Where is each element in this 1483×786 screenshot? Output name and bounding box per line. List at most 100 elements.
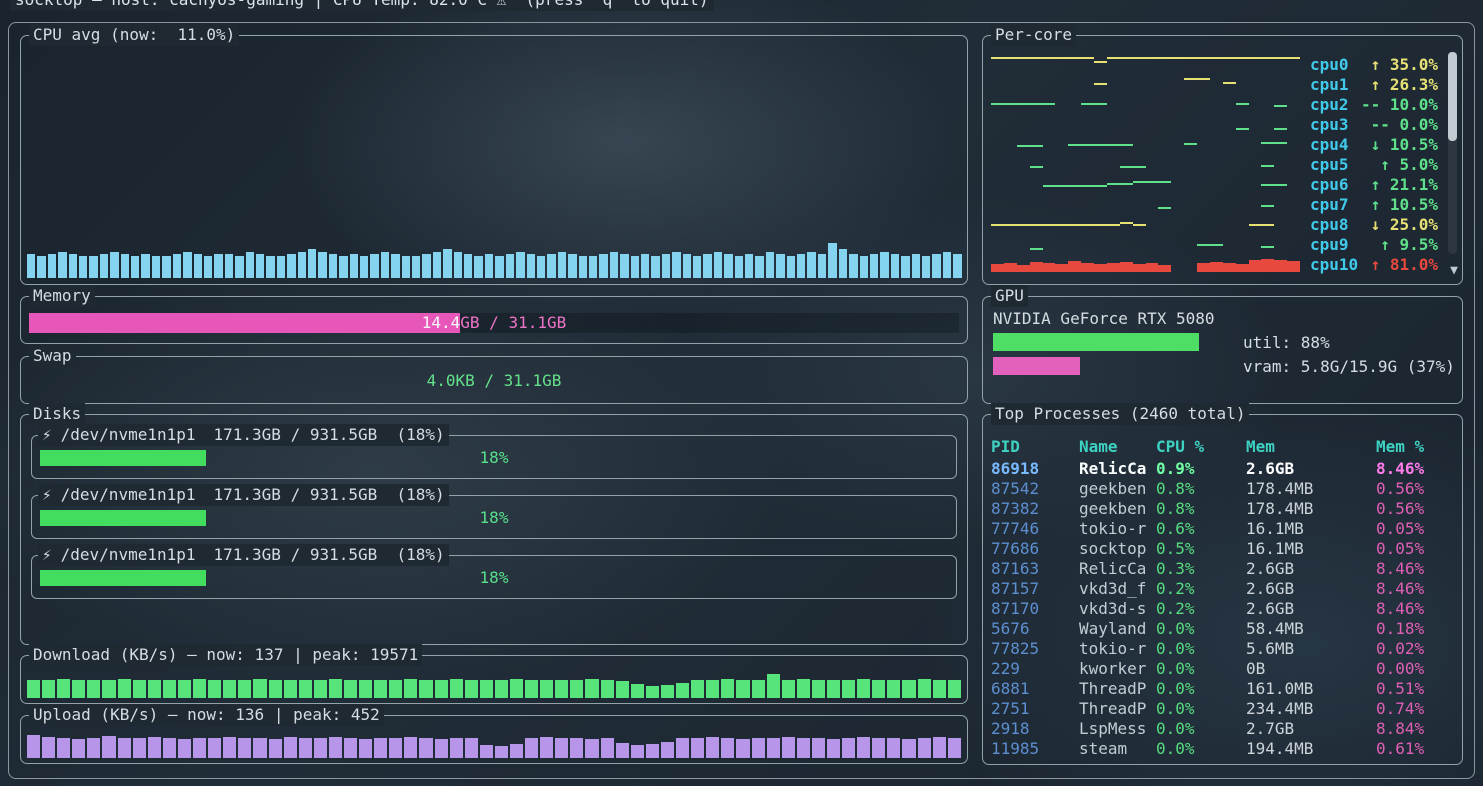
process-row[interactable]: 87382geekben0.8%178.4MB0.56% <box>991 499 1454 519</box>
header-mem: Mem <box>1246 437 1376 457</box>
core-row: cpu7↑ 10.5% <box>991 194 1438 214</box>
cpu_avg-bar <box>745 254 753 278</box>
process-name: RelicCa <box>1079 559 1156 579</box>
download-bar <box>102 680 115 698</box>
cpu_avg-bar <box>485 254 493 278</box>
core-sparkline <box>991 136 1300 152</box>
process-mem: 178.4MB <box>1246 499 1376 519</box>
process-name: ThreadP <box>1079 679 1156 699</box>
cpu_avg-bar <box>766 252 774 278</box>
disks-title: Disks <box>29 403 85 425</box>
upload-bar <box>812 738 825 758</box>
upload-bar <box>102 736 115 758</box>
download-bar <box>389 680 402 698</box>
core-sparkline <box>991 156 1300 172</box>
core-row: cpu5↑ 5.0% <box>991 154 1438 174</box>
upload-bar <box>208 738 221 758</box>
process-row[interactable]: 87157vkd3d_f0.2%2.6GB8.46% <box>991 579 1454 599</box>
process-row[interactable]: 77825tokio-r0.0%5.6MB0.02% <box>991 639 1454 659</box>
download-bar <box>238 680 251 698</box>
gpu-panel: GPU NVIDIA GeForce RTX 5080 util: 88% vr… <box>982 296 1463 404</box>
download-bar <box>857 679 870 698</box>
cpu_avg-bar <box>89 256 97 278</box>
cpu_avg-bar <box>412 256 420 278</box>
cpu_avg-bar <box>943 252 951 278</box>
scrollbar-thumb[interactable] <box>1448 52 1457 141</box>
process-row[interactable]: 5676Wayland0.0%58.4MB0.18% <box>991 619 1454 639</box>
per-core-scrollbar[interactable] <box>1448 52 1457 254</box>
process-row[interactable]: 87170vkd3d-s0.2%2.6GB8.46% <box>991 599 1454 619</box>
gpu-util-bar <box>993 333 1227 351</box>
processes-title: Top Processes (2460 total) <box>991 403 1249 425</box>
process-mem: 2.6GB <box>1246 599 1376 619</box>
cpu_avg-bar <box>922 256 930 278</box>
cpu_avg-bar <box>880 252 888 278</box>
core-value: ↑ 21.1% <box>1371 175 1438 194</box>
process-pid: 229 <box>991 659 1079 679</box>
upload-bar <box>87 738 100 758</box>
core-name: cpu10 <box>1310 255 1358 274</box>
process-row[interactable]: 86918RelicCa0.9%2.6GB8.46% <box>991 459 1454 479</box>
cpu_avg-bar <box>27 254 35 278</box>
cpu_avg-bar <box>818 254 826 278</box>
cpu_avg-bar <box>735 256 743 278</box>
core-name: cpu3 <box>1310 115 1349 134</box>
header-mempct: Mem % <box>1376 437 1454 457</box>
core-value: ↑ 35.0% <box>1371 55 1438 74</box>
upload-bar <box>706 737 719 758</box>
cpu_avg-bar <box>839 249 847 278</box>
process-mempct: 0.00% <box>1376 659 1454 679</box>
process-row[interactable]: 77686socktop0.5%16.1MB0.05% <box>991 539 1454 559</box>
process-mem: 2.7GB <box>1246 719 1376 739</box>
swap-title: Swap <box>29 345 76 367</box>
download-bar <box>374 680 387 698</box>
cpu_avg-bar <box>256 254 264 278</box>
disk-device: /dev/nvme1n1p1 <box>61 425 196 444</box>
cpu_avg-bar <box>225 254 233 278</box>
process-mempct: 8.46% <box>1376 559 1454 579</box>
cpu_avg-bar <box>703 254 711 278</box>
upload-bar <box>887 738 900 758</box>
download-bar <box>631 684 644 698</box>
cpu_avg-bar <box>776 254 784 278</box>
cpu_avg-bar <box>662 254 670 278</box>
download-bar <box>314 680 327 698</box>
download-bar <box>480 680 493 698</box>
scroll-down-icon[interactable]: ▼ <box>1450 263 1458 278</box>
app-title: socktop — host: cachyos-gaming | CPU Tem… <box>10 0 714 11</box>
terminal-screen: socktop — host: cachyos-gaming | CPU Tem… <box>0 0 1483 786</box>
core-sparkline <box>991 96 1300 112</box>
cpu_avg-bar <box>568 254 576 278</box>
process-row[interactable]: 2751ThreadP0.0%234.4MB0.74% <box>991 699 1454 719</box>
process-row[interactable]: 87542geekben0.8%178.4MB0.56% <box>991 479 1454 499</box>
core-list: cpu0↑ 35.0%cpu1↑ 26.3%cpu2-- 10.0%cpu3--… <box>991 54 1438 274</box>
process-mempct: 0.56% <box>1376 499 1454 519</box>
cpu-avg-title: CPU avg (now: 11.0%) <box>29 24 239 46</box>
process-pid: 87382 <box>991 499 1079 519</box>
core-row: cpu9↑ 9.5% <box>991 234 1438 254</box>
process-mem: 2.6GB <box>1246 559 1376 579</box>
process-mempct: 0.18% <box>1376 619 1454 639</box>
process-row[interactable]: 229kworker0.0%0B0.00% <box>991 659 1454 679</box>
upload-bar <box>933 737 946 758</box>
process-row[interactable]: 87163RelicCa0.3%2.6GB8.46% <box>991 559 1454 579</box>
upload-bar <box>178 739 191 758</box>
download-panel: Download (KB/s) — now: 137 | peak: 19571 <box>20 655 968 704</box>
process-name: LspMess <box>1079 719 1156 739</box>
download-bar <box>797 679 810 698</box>
core-label: cpu1↑ 26.3% <box>1310 75 1438 94</box>
core-sparkline <box>991 56 1300 72</box>
core-row: cpu2-- 10.0% <box>991 94 1438 114</box>
cpu_avg-bar <box>339 256 347 278</box>
process-row[interactable]: 77746tokio-r0.6%16.1MB0.05% <box>991 519 1454 539</box>
process-row[interactable]: 11985steam0.0%194.4MB0.61% <box>991 739 1454 759</box>
process-pid: 5676 <box>991 619 1079 639</box>
process-row[interactable]: 2918LspMess0.0%2.7GB8.84% <box>991 719 1454 739</box>
disk-device: /dev/nvme1n1p1 <box>61 485 196 504</box>
core-label: cpu5↑ 5.0% <box>1310 155 1438 174</box>
upload-panel: Upload (KB/s) — now: 136 | peak: 452 <box>20 715 968 764</box>
process-mem: 234.4MB <box>1246 699 1376 719</box>
cpu_avg-bar <box>672 252 680 278</box>
lightning-icon: ⚡ <box>42 425 52 444</box>
process-row[interactable]: 6881ThreadP0.0%161.0MB0.51% <box>991 679 1454 699</box>
